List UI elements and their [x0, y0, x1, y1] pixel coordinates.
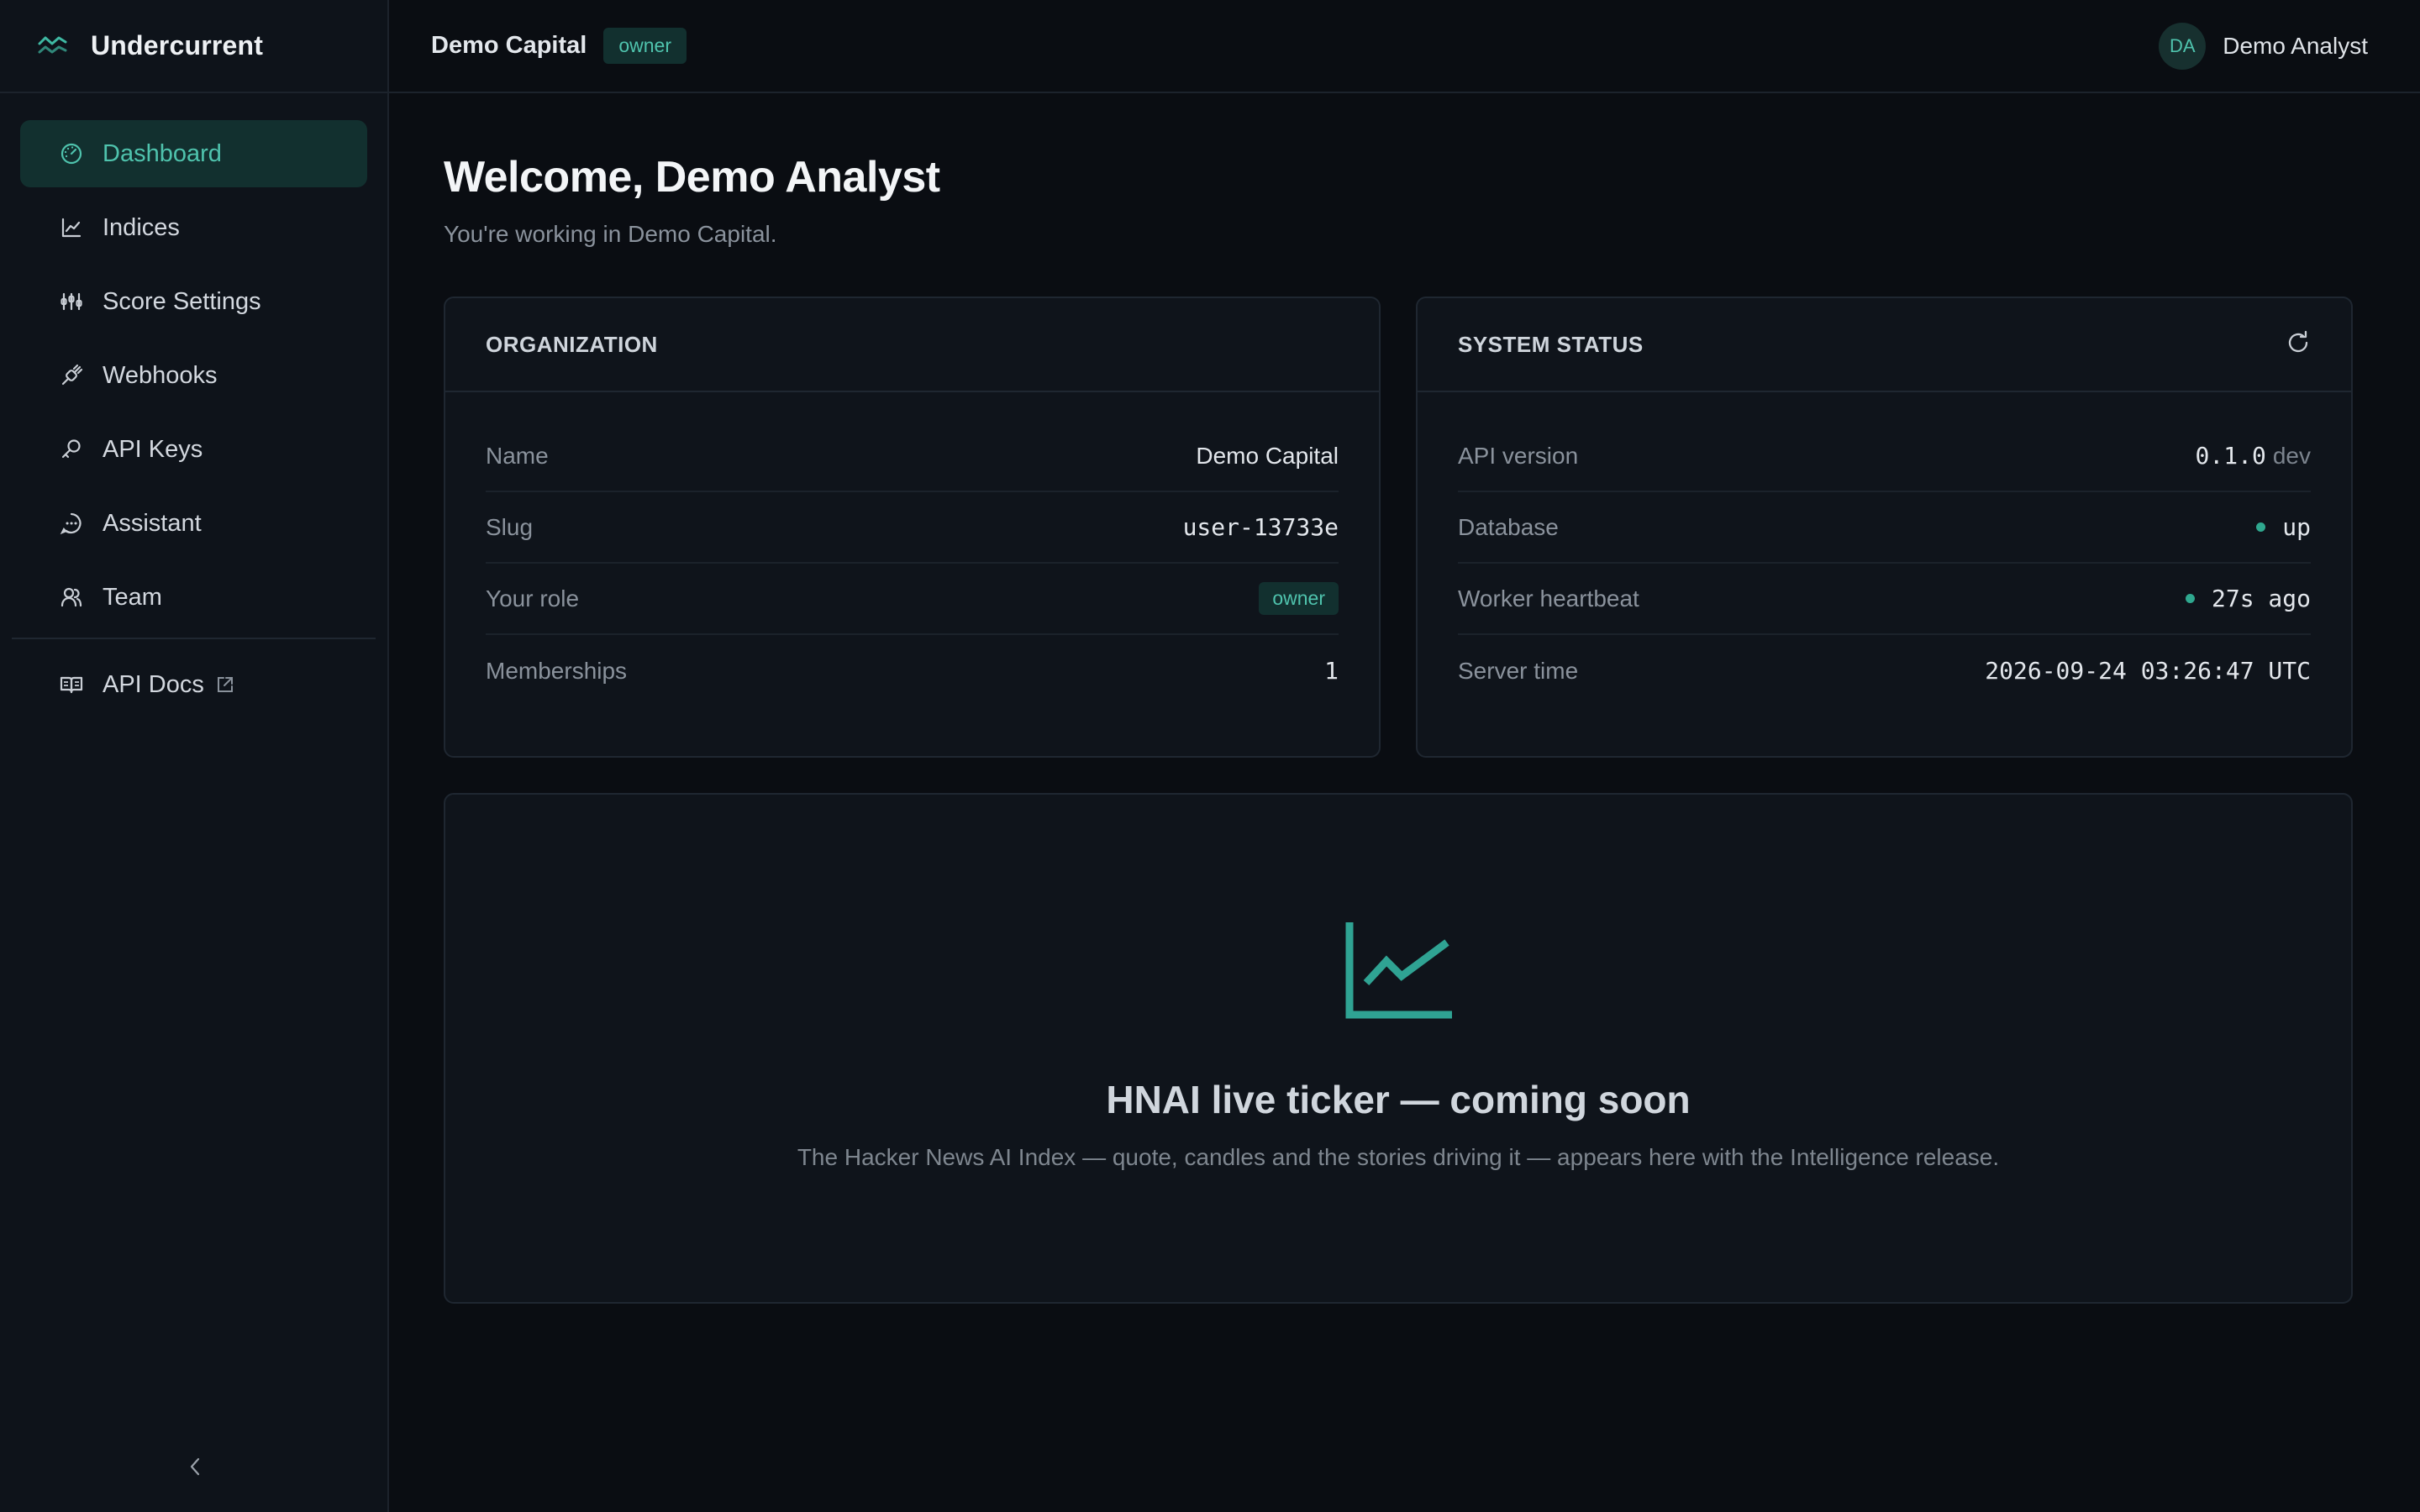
- card-title: SYSTEM STATUS: [1458, 331, 1644, 357]
- sidebar: Undercurrent Dashboard Indices Score Set…: [0, 0, 389, 1512]
- row-label: API version: [1458, 442, 1579, 469]
- org-name-row: Name Demo Capital: [486, 421, 1339, 492]
- card-rows: Name Demo Capital Slug user-13733e Your …: [445, 392, 1379, 706]
- collapse-sidebar-button[interactable]: [0, 1450, 389, 1487]
- database-status: up: [2282, 513, 2311, 541]
- role-badge: owner: [1259, 582, 1339, 615]
- dashboard-gauge-icon: [59, 141, 84, 166]
- avatar: DA: [2159, 22, 2207, 70]
- sidebar-item-label: Assistant: [103, 509, 202, 537]
- status-dot: [2185, 594, 2195, 603]
- external-link-icon: [216, 675, 234, 694]
- row-label: Your role: [486, 585, 580, 612]
- user-menu[interactable]: DA Demo Analyst: [2159, 22, 2368, 70]
- sidebar-item-score-settings[interactable]: Score Settings: [20, 268, 367, 335]
- row-value: 1: [1324, 657, 1339, 685]
- card-title: ORGANIZATION: [486, 331, 658, 357]
- book-icon: [59, 672, 84, 697]
- org-memberships-row: Memberships 1: [486, 635, 1339, 706]
- row-value: user-13733e: [1182, 513, 1339, 541]
- org-role-row: Your role owner: [486, 564, 1339, 635]
- api-version-suffix: dev: [2272, 442, 2311, 469]
- app-name: Undercurrent: [91, 30, 264, 60]
- ticker-placeholder-card: HNAI live ticker — coming soon The Hacke…: [444, 793, 2353, 1304]
- sidebar-divider: [12, 638, 376, 639]
- sidebar-item-label: Webhooks: [103, 361, 218, 389]
- sidebar-item-label: API Docs: [103, 670, 204, 698]
- row-label: Slug: [486, 513, 534, 540]
- sidebar-item-webhooks[interactable]: Webhooks: [20, 342, 367, 409]
- key-icon: [59, 437, 84, 462]
- users-icon: [59, 585, 84, 610]
- sidebar-item-label: Team: [103, 583, 162, 611]
- sliders-icon: [59, 289, 84, 314]
- sidebar-item-dashboard[interactable]: Dashboard: [20, 120, 367, 187]
- row-label: Server time: [1458, 657, 1579, 684]
- server-time-row: Server time 2026-09-24 03:26:47 UTC: [1458, 635, 2311, 706]
- database-row: Database up: [1458, 492, 2311, 564]
- card-header: SYSTEM STATUS: [1418, 298, 2351, 392]
- sidebar-item-label: Dashboard: [103, 139, 222, 167]
- organization-card: ORGANIZATION Name Demo Capital Slug user…: [444, 297, 1381, 758]
- card-header: ORGANIZATION: [445, 298, 1379, 392]
- user-name: Demo Analyst: [2223, 32, 2368, 59]
- row-label: Name: [486, 442, 549, 469]
- org-slug-row: Slug user-13733e: [486, 492, 1339, 564]
- sidebar-item-team[interactable]: Team: [20, 564, 367, 631]
- page-title: Welcome, Demo Analyst: [444, 153, 940, 202]
- cards-row: ORGANIZATION Name Demo Capital Slug user…: [444, 297, 2353, 758]
- sidebar-item-label: Indices: [103, 213, 180, 241]
- main-content: Welcome, Demo Analyst You're working in …: [444, 93, 2353, 1304]
- row-label: Worker heartbeat: [1458, 585, 1639, 612]
- wave-logo-icon: [37, 29, 71, 63]
- system-status-card: SYSTEM STATUS API version 0.1.0 dev Data…: [1416, 297, 2353, 758]
- sidebar-item-api-keys[interactable]: API Keys: [20, 416, 367, 483]
- api-version-value: 0.1.0: [2195, 442, 2266, 470]
- server-time-value: 2026-09-24 03:26:47 UTC: [1985, 657, 2311, 685]
- refresh-icon[interactable]: [2286, 330, 2311, 360]
- chevron-left-icon: [187, 1455, 203, 1483]
- row-label: Memberships: [486, 657, 628, 684]
- api-version-row: API version 0.1.0 dev: [1458, 421, 2311, 492]
- brand[interactable]: Undercurrent: [0, 0, 387, 93]
- status-dot: [2256, 522, 2266, 532]
- ticker-description: The Hacker News AI Index — quote, candle…: [797, 1144, 2000, 1170]
- sidebar-item-api-docs[interactable]: API Docs: [20, 651, 367, 718]
- topbar: Demo Capital owner DA Demo Analyst: [389, 0, 2420, 93]
- card-rows: API version 0.1.0 dev Database up Worker…: [1418, 392, 2351, 706]
- sidebar-item-indices[interactable]: Indices: [20, 194, 367, 261]
- worker-heartbeat-row: Worker heartbeat 27s ago: [1458, 564, 2311, 635]
- ticker-title: HNAI live ticker — coming soon: [1106, 1078, 1691, 1121]
- chat-bubble-icon: [59, 511, 84, 536]
- worker-heartbeat-value: 27s ago: [2211, 585, 2311, 612]
- org-name[interactable]: Demo Capital: [431, 32, 587, 60]
- sidebar-item-label: Score Settings: [103, 287, 261, 315]
- page-subtitle: You're working in Demo Capital.: [444, 221, 777, 247]
- row-value: Demo Capital: [1196, 442, 1339, 469]
- role-badge: owner: [603, 28, 687, 64]
- sidebar-nav: Dashboard Indices Score Settings Webhook…: [0, 93, 387, 718]
- sidebar-item-assistant[interactable]: Assistant: [20, 490, 367, 557]
- sidebar-item-label: API Keys: [103, 435, 203, 463]
- line-chart-icon: [1344, 922, 1452, 1020]
- line-chart-icon: [59, 215, 84, 240]
- row-label: Database: [1458, 513, 1559, 540]
- webhook-icon: [59, 363, 84, 388]
